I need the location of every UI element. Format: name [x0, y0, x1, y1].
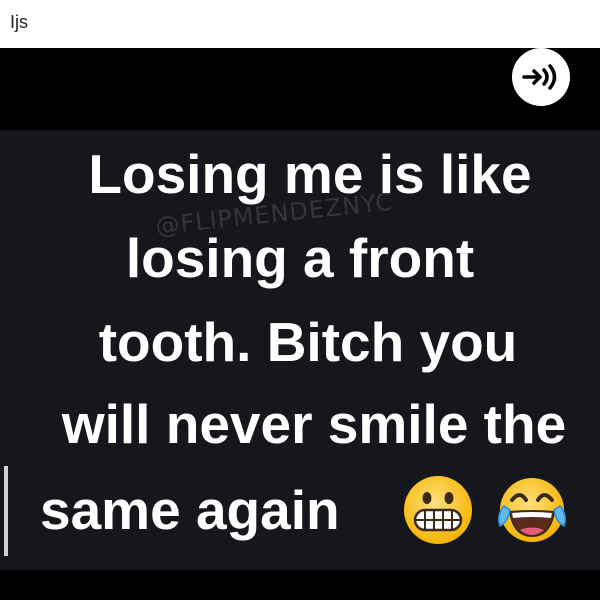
quote-line-5: same again	[40, 479, 340, 541]
quote-line-2: losing a front	[125, 227, 475, 289]
meme-image: @FLIPMENDEZNYC Losing me is like losing …	[0, 130, 600, 570]
quote-line-3: tooth. Bitch you	[98, 311, 518, 373]
top-bar: Ijs	[0, 0, 600, 48]
edge-line	[4, 466, 8, 556]
quote-line-1: Losing me is like	[88, 143, 532, 205]
quote-line-4: will never smile the	[61, 393, 567, 455]
episode-title: Ijs	[10, 12, 28, 32]
cover-art: @FLIPMENDEZNYC Losing me is like losing …	[0, 48, 600, 600]
podcast-listen-button[interactable]	[512, 48, 570, 106]
podcast-listen-icon	[522, 64, 557, 90]
grimacing-face-icon	[404, 476, 472, 544]
face-with-tears-of-joy-icon	[497, 478, 567, 542]
